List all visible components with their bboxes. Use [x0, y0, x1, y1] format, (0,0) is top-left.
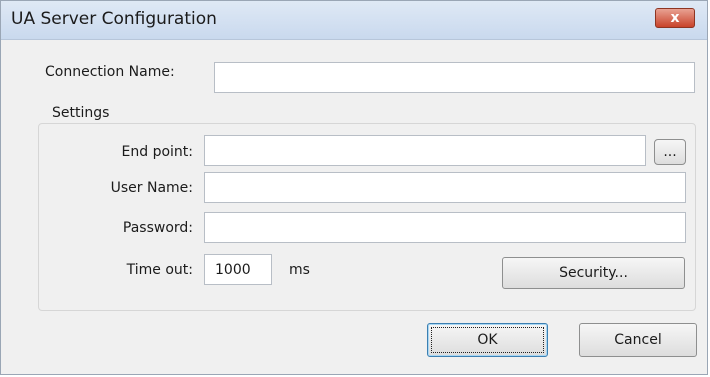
dialog-window: UA Server Configuration x Connection Nam…	[0, 0, 708, 375]
timeout-input[interactable]: 1000	[204, 254, 272, 285]
security-button[interactable]: Security...	[502, 257, 685, 289]
browse-endpoint-button[interactable]: ...	[654, 139, 686, 165]
timeout-unit-label: ms	[289, 262, 310, 278]
endpoint-input[interactable]	[204, 135, 646, 166]
security-button-label: Security...	[559, 265, 628, 281]
username-input[interactable]	[204, 172, 686, 203]
cancel-button-label: Cancel	[614, 332, 662, 348]
connection-name-label: Connection Name:	[45, 64, 175, 80]
password-label: Password:	[122, 220, 193, 236]
timeout-label: Time out:	[126, 262, 193, 278]
close-button[interactable]: x	[655, 8, 695, 28]
endpoint-label: End point:	[121, 144, 193, 160]
ellipsis-icon: ...	[663, 144, 677, 160]
connection-name-input[interactable]	[214, 62, 695, 93]
username-label: User Name:	[110, 180, 193, 196]
cancel-button[interactable]: Cancel	[579, 323, 697, 357]
close-icon: x	[670, 10, 680, 26]
settings-group-title: Settings	[49, 105, 113, 121]
ok-button[interactable]: OK	[427, 323, 548, 357]
focus-rectangle	[431, 327, 544, 353]
password-input[interactable]	[204, 212, 686, 243]
title-bar[interactable]: UA Server Configuration x	[1, 1, 707, 40]
window-title: UA Server Configuration	[11, 9, 217, 29]
